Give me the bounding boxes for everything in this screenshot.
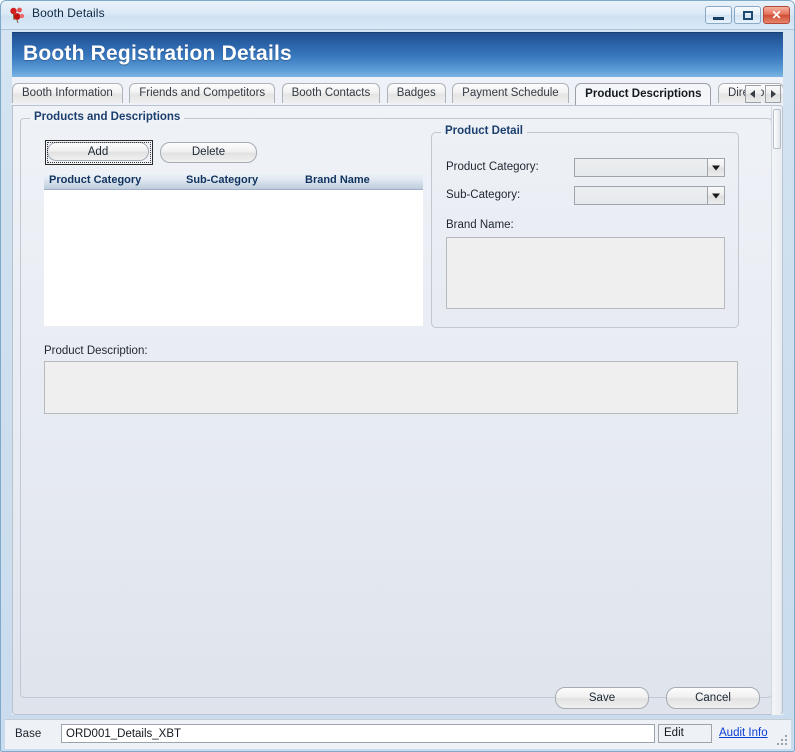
column-header-brand-name[interactable]: Brand Name (305, 174, 370, 186)
product-description-label: Product Description: (44, 345, 148, 357)
title-bar[interactable]: Booth Details ✕ (1, 1, 794, 30)
column-header-sub-category[interactable]: Sub-Category (186, 174, 258, 186)
vertical-scrollbar[interactable] (771, 107, 781, 715)
column-header-product-category[interactable]: Product Category (49, 174, 141, 186)
body-panel: Booth Information Friends and Competitor… (12, 77, 783, 715)
products-and-descriptions-group: Products and Descriptions Add Delete Pro… (20, 118, 772, 698)
tab-booth-information[interactable]: Booth Information (12, 83, 123, 103)
tab-scroll-left-button[interactable] (745, 85, 761, 103)
brand-name-field[interactable] (446, 237, 725, 309)
products-grid-body[interactable] (44, 190, 423, 326)
base-label: Base (15, 728, 41, 740)
tab-product-descriptions[interactable]: Product Descriptions (575, 83, 711, 105)
base-value-field[interactable]: ORD001_Details_XBT (61, 724, 655, 743)
product-detail-legend: Product Detail (441, 125, 527, 137)
maximize-button[interactable] (734, 6, 761, 24)
status-bar: Base ORD001_Details_XBT Edit Audit Info (5, 719, 791, 749)
sub-category-label: Sub-Category: (446, 189, 520, 201)
tab-payment-schedule[interactable]: Payment Schedule (452, 83, 569, 103)
sub-category-select[interactable] (574, 186, 725, 205)
vertical-scrollbar-thumb[interactable] (773, 109, 781, 149)
close-icon: ✕ (764, 7, 789, 23)
tab-badges[interactable]: Badges (387, 83, 446, 103)
resize-grip[interactable] (776, 734, 788, 746)
product-category-label: Product Category: (446, 161, 539, 173)
add-button-focus-frame: Add (45, 140, 153, 165)
tab-strip: Booth Information Friends and Competitor… (12, 83, 783, 105)
add-button[interactable]: Add (47, 142, 149, 161)
tab-scroll-right-button[interactable] (765, 85, 781, 103)
save-button[interactable]: Save (555, 687, 649, 709)
chevron-down-icon[interactable] (707, 159, 724, 176)
page-header-banner: Booth Registration Details (12, 32, 783, 77)
maximize-icon (735, 7, 760, 23)
edit-button[interactable]: Edit (658, 724, 712, 743)
tab-booth-contacts[interactable]: Booth Contacts (282, 83, 381, 103)
page-title: Booth Registration Details (23, 42, 292, 66)
application-window: Booth Details ✕ Booth Registration Detai… (0, 0, 795, 752)
audit-info-link[interactable]: Audit Info (719, 727, 768, 739)
chevron-down-icon[interactable] (707, 187, 724, 204)
product-description-field[interactable] (44, 361, 738, 414)
tab-friends-and-competitors[interactable]: Friends and Competitors (129, 83, 275, 103)
products-grid-header: Product Category Sub-Category Brand Name (44, 172, 423, 190)
products-group-legend: Products and Descriptions (30, 111, 184, 123)
close-button[interactable]: ✕ (763, 6, 790, 24)
booth-balloons-icon (9, 7, 26, 24)
minimize-icon (706, 7, 731, 23)
product-detail-group: Product Detail Product Category: Sub-Cat… (431, 132, 739, 328)
product-category-select[interactable] (574, 158, 725, 177)
minimize-button[interactable] (705, 6, 732, 24)
chevron-right-icon (771, 90, 776, 98)
chevron-left-icon (750, 90, 755, 98)
tab-page-product-descriptions: Products and Descriptions Add Delete Pro… (12, 105, 783, 715)
delete-button[interactable]: Delete (160, 142, 257, 163)
brand-name-label: Brand Name: (446, 219, 514, 231)
tab-scroll-controls (745, 85, 781, 103)
window-title: Booth Details (32, 6, 105, 20)
cancel-button[interactable]: Cancel (666, 687, 760, 709)
